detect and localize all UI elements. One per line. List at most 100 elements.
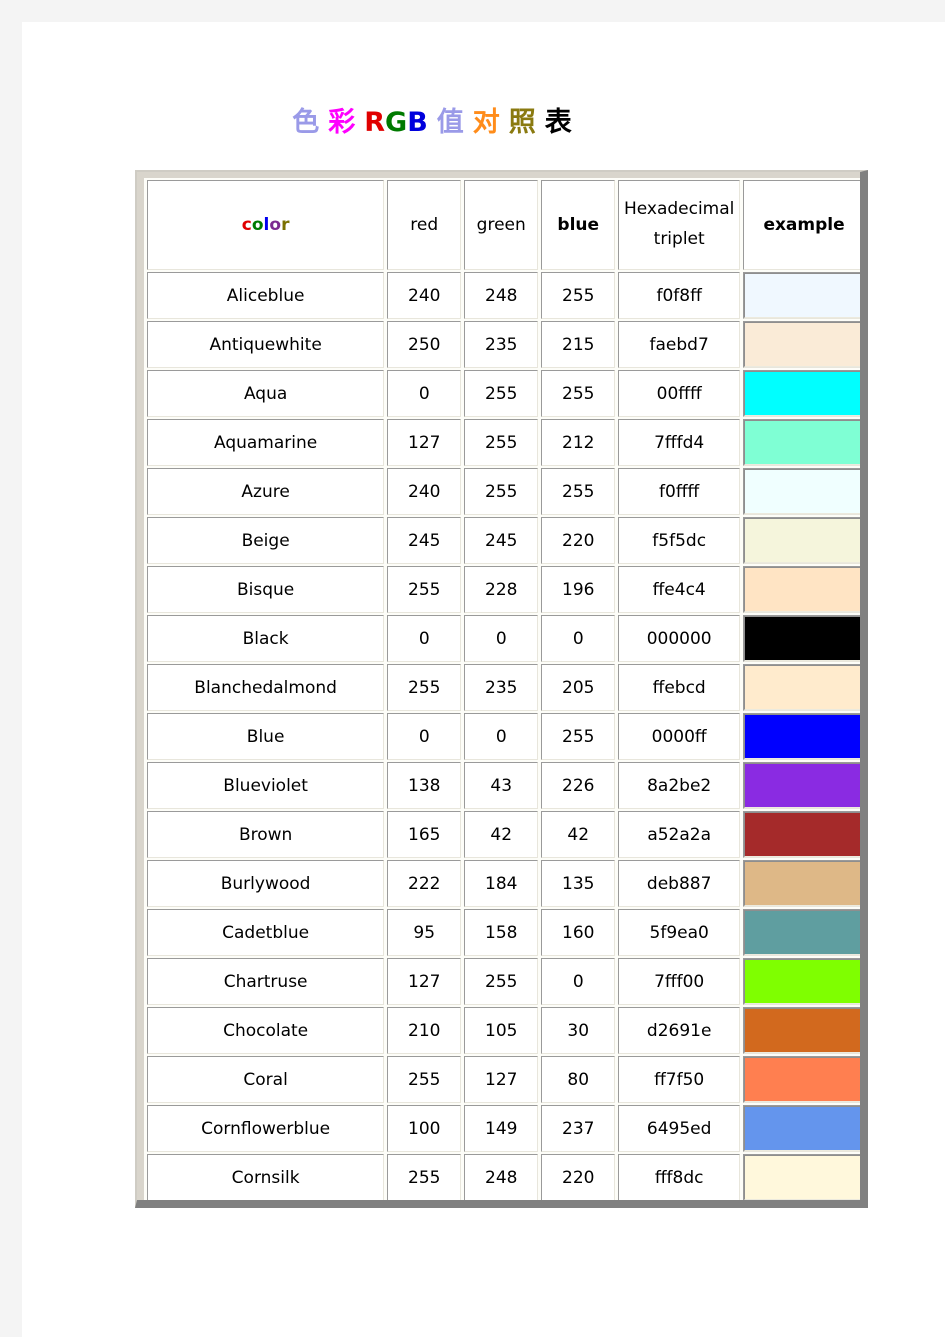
cell-blue-value: 80 [541,1056,616,1103]
cell-color-name: Blue [147,713,385,760]
table-header: color red green blue Hexadecimal triplet… [147,180,860,270]
cell-color-example [743,664,860,711]
table-row: Chocolate 210 105 30 d2691e [147,1007,860,1054]
cell-red-value: 127 [387,958,462,1005]
table-row: Black 0 0 0 000000 [147,615,860,662]
cell-color-name: Blueviolet [147,762,385,809]
cell-color-example [743,762,860,809]
cell-hex-triplet: f0f8ff [618,272,741,319]
color-swatch [744,861,860,906]
table-body: Aliceblue 240 248 255 f0f8ff Antiquewhite 250 2… [147,272,860,1200]
cell-blue-value: 255 [541,272,616,319]
color-swatch [744,959,860,1004]
color-swatch [744,1106,860,1151]
cell-red-value: 0 [387,713,462,760]
color-swatch [744,322,860,367]
cell-blue-value: 255 [541,468,616,515]
table-inner-surface: color red green blue Hexadecimal triplet… [144,178,860,1200]
cell-red-value: 138 [387,762,462,809]
color-swatch [744,469,860,514]
cell-blue-value: 255 [541,713,616,760]
cell-color-name: Bisque [147,566,385,613]
color-swatch [744,567,860,612]
table-row: Aquamarine 127 255 212 7fffd4 [147,419,860,466]
cell-color-example [743,1105,860,1152]
table-row: Coral 255 127 80 ff7f50 [147,1056,860,1103]
cell-red-value: 240 [387,468,462,515]
cell-hex-triplet: 6495ed [618,1105,741,1152]
color-swatch [744,665,860,710]
cell-color-name: Brown [147,811,385,858]
cell-hex-triplet: 5f9ea0 [618,909,741,956]
color-swatch [744,518,860,563]
cell-color-name: Cadetblue [147,909,385,956]
cell-hex-triplet: deb887 [618,860,741,907]
table-row: Aqua 0 255 255 00ffff [147,370,860,417]
table-row: Bisque 255 228 196 ffe4c4 [147,566,860,613]
cell-hex-triplet: 00ffff [618,370,741,417]
title-char-7: 对 [472,107,500,138]
color-swatch [744,910,860,955]
title-char-2: 彩 [328,107,356,138]
cell-green-value: 235 [464,321,539,368]
cell-color-example [743,860,860,907]
table-row: Brown 165 42 42 a52a2a [147,811,860,858]
cell-green-value: 0 [464,713,539,760]
cell-green-value: 255 [464,419,539,466]
cell-hex-triplet: ff7f50 [618,1056,741,1103]
color-swatch [744,714,860,759]
cell-green-value: 255 [464,958,539,1005]
cell-hex-triplet: ffebcd [618,664,741,711]
cell-color-example [743,419,860,466]
document-page: 色彩 RGB 值对照表 color red green blue Hexadecim… [22,22,945,1337]
color-swatch [744,273,860,318]
cell-green-value: 228 [464,566,539,613]
table-row: Blanchedalmond 255 235 205 ffebcd [147,664,860,711]
cell-red-value: 100 [387,1105,462,1152]
cell-hex-triplet: d2691e [618,1007,741,1054]
cell-color-example [743,811,860,858]
cell-green-value: 105 [464,1007,539,1054]
color-swatch [744,763,860,808]
cell-color-name: Coral [147,1056,385,1103]
color-swatch [744,1155,860,1200]
title-char-9: 表 [544,107,572,138]
color-swatch [744,1008,860,1053]
cell-green-value: 255 [464,468,539,515]
table-row: Antiquewhite 250 235 215 faebd7 [147,321,860,368]
cell-red-value: 95 [387,909,462,956]
header-color-letter-1: c [241,215,252,235]
cell-color-name: Chartruse [147,958,385,1005]
color-swatch [744,812,860,857]
cell-color-example [743,1007,860,1054]
header-green: green [464,180,539,270]
cell-color-example [743,909,860,956]
cell-color-name: Black [147,615,385,662]
color-swatch [744,1057,860,1102]
cell-color-example [743,713,860,760]
title-char-3: R [364,107,386,138]
cell-blue-value: 42 [541,811,616,858]
cell-green-value: 245 [464,517,539,564]
cell-color-example [743,272,860,319]
table-row: Beige 245 245 220 f5f5dc [147,517,860,564]
cell-blue-value: 0 [541,958,616,1005]
header-color-letter-5: r [281,215,290,235]
cell-color-example [743,517,860,564]
cell-color-example [743,958,860,1005]
title-char-5: B [407,107,428,138]
cell-color-example [743,1056,860,1103]
cell-green-value: 127 [464,1056,539,1103]
cell-hex-triplet: 000000 [618,615,741,662]
cell-blue-value: 196 [541,566,616,613]
cell-blue-value: 220 [541,517,616,564]
cell-color-name: Aliceblue [147,272,385,319]
cell-blue-value: 212 [541,419,616,466]
cell-color-example [743,370,860,417]
cell-color-name: Beige [147,517,385,564]
cell-green-value: 248 [464,272,539,319]
cell-blue-value: 237 [541,1105,616,1152]
cell-color-example [743,468,860,515]
table-row: Cadetblue 95 158 160 5f9ea0 [147,909,860,956]
cell-red-value: 255 [387,1056,462,1103]
